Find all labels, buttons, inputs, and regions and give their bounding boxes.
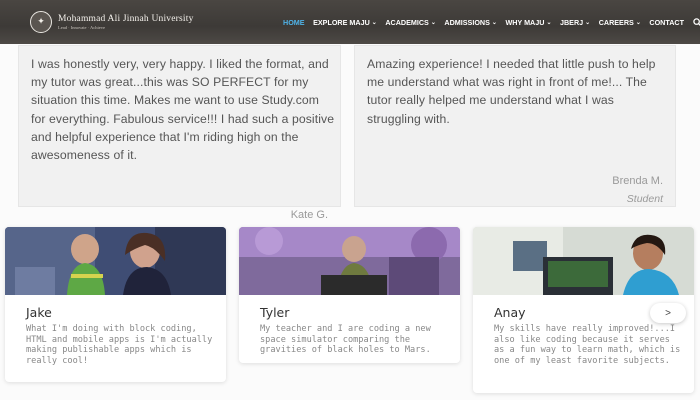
university-tagline: Lead · Innovate · Achieve (58, 25, 105, 30)
student-quote: What I'm doing with block coding, HTML a… (26, 324, 213, 366)
student-card[interactable]: Jake What I'm doing with block coding, H… (5, 227, 226, 382)
nav-admissions[interactable]: ADMISSIONS ⌄ (444, 18, 497, 27)
chevron-down-icon: ⌄ (585, 19, 591, 26)
search-icon[interactable] (692, 17, 700, 27)
carousel-next-button[interactable]: > (650, 303, 686, 323)
student-quote: My skills have really improved!...I also… (494, 324, 681, 366)
chevron-down-icon: ⌄ (371, 19, 377, 26)
site-header: ✦ Mohammad Ali Jinnah University Lead · … (0, 0, 700, 44)
chevron-down-icon: ⌄ (546, 19, 552, 26)
student-name: Tyler (260, 305, 290, 320)
student-name: Jake (26, 305, 52, 320)
chevron-right-icon: > (665, 307, 671, 319)
university-logo[interactable]: ✦ Mohammad Ali Jinnah University Lead · … (30, 11, 194, 33)
testimonial-author: Brenda M. (612, 175, 663, 187)
chevron-down-icon: ⌄ (635, 19, 641, 26)
nav-careers[interactable]: CAREERS ⌄ (599, 18, 641, 27)
testimonial-role: Student (626, 193, 663, 205)
nav-academics[interactable]: ACADEMICS ⌄ (385, 18, 436, 27)
university-seal-icon: ✦ (30, 11, 52, 33)
nav-home[interactable]: HOME (283, 18, 305, 27)
main-nav: HOME EXPLORE MAJU ⌄ ACADEMICS ⌄ ADMISSIONS… (283, 0, 700, 44)
nav-explore-maju[interactable]: EXPLORE MAJU ⌄ (313, 18, 377, 27)
chevron-down-icon: ⌄ (430, 19, 436, 26)
testimonial-text: I was honestly very, very happy. I liked… (31, 57, 335, 163)
student-photo (5, 227, 226, 295)
university-name: Mohammad Ali Jinnah University (58, 14, 194, 24)
student-photo (239, 227, 460, 295)
chevron-down-icon: ⌄ (491, 19, 497, 26)
testimonial-text: Amazing experience! I needed that little… (367, 57, 656, 126)
nav-why-maju[interactable]: WHY MAJU ⌄ (505, 18, 551, 27)
testimonial-card: I was honestly very, very happy. I liked… (18, 45, 341, 238)
testimonial-card: Amazing experience! I needed that little… (354, 45, 676, 207)
nav-jberj[interactable]: JBERJ ⌄ (560, 18, 590, 27)
student-card[interactable]: Tyler My teacher and I are coding a new … (239, 227, 460, 363)
student-quote: My teacher and I are coding a new space … (260, 324, 431, 356)
nav-contact[interactable]: CONTACT (649, 18, 684, 27)
student-photo (473, 227, 694, 295)
testimonial-author: Kate G. (290, 209, 328, 221)
